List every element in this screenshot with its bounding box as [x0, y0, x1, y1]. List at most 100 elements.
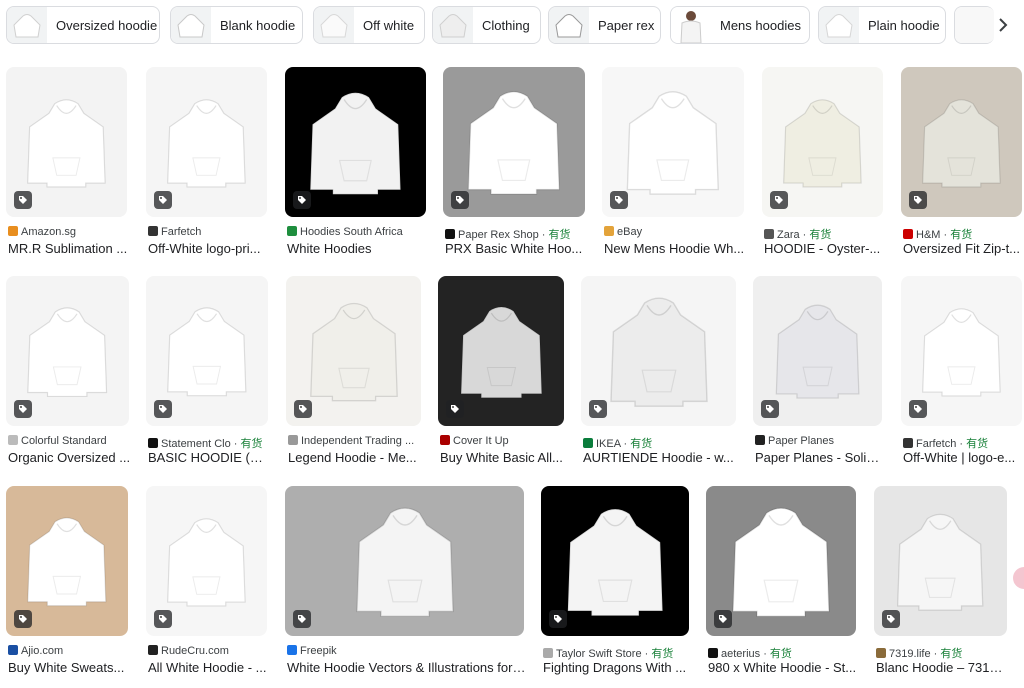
result-source[interactable]: Statement Clo · 有货: [148, 435, 270, 451]
image-result-card[interactable]: Amazon.sg MR.R Sublimation ...: [6, 67, 127, 269]
result-title[interactable]: Off-White logo-pri...: [148, 241, 269, 256]
chip-oversized-hoodie[interactable]: Oversized hoodie: [6, 6, 160, 44]
result-source[interactable]: Ajio.com: [8, 645, 130, 657]
result-title[interactable]: Organic Oversized ...: [8, 450, 131, 465]
product-tag-icon: [446, 400, 464, 418]
chip-partial[interactable]: [954, 6, 994, 44]
image-result-card[interactable]: Zara · 有货 HOODIE - Oyster-...: [762, 67, 883, 269]
result-title[interactable]: Off-White | logo-e...: [903, 450, 1024, 465]
image-result-card[interactable]: Paper Planes Paper Planes - Solid...: [753, 276, 884, 478]
result-title[interactable]: Fighting Dragons With ...: [543, 660, 691, 675]
image-result-card[interactable]: aeterius · 有货 980 x White Hoodie - St...: [706, 486, 856, 688]
chip-off-white[interactable]: Off white: [313, 6, 425, 44]
result-title[interactable]: HOODIE - Oyster-...: [764, 241, 885, 256]
result-thumbnail[interactable]: [285, 486, 524, 636]
result-source[interactable]: aeterius · 有货: [708, 645, 858, 661]
result-thumbnail[interactable]: [706, 486, 856, 636]
result-source[interactable]: Zara · 有货: [764, 226, 885, 242]
image-result-card[interactable]: Paper Rex Shop · 有货 PRX Basic White Hoo.…: [443, 67, 585, 269]
image-result-card[interactable]: Taylor Swift Store · 有货 Fighting Dragons…: [541, 486, 689, 688]
result-source[interactable]: Hoodies South Africa: [287, 226, 428, 238]
chip-mens-hoodies[interactable]: Mens hoodies: [670, 6, 810, 44]
result-thumbnail[interactable]: [753, 276, 882, 426]
source-name: eBay: [617, 226, 643, 238]
result-thumbnail[interactable]: [146, 67, 267, 217]
result-thumbnail[interactable]: [146, 486, 267, 636]
result-source[interactable]: Taylor Swift Store · 有货: [543, 645, 691, 661]
result-thumbnail[interactable]: [285, 67, 426, 217]
feedback-bubble[interactable]: [1013, 567, 1024, 589]
source-name: Farfetch: [916, 438, 957, 450]
image-result-card[interactable]: Colorful Standard Organic Oversized ...: [6, 276, 131, 478]
result-thumbnail[interactable]: [6, 276, 129, 426]
chip-paper-rex[interactable]: Paper rex: [548, 6, 661, 44]
result-thumbnail[interactable]: [443, 67, 585, 217]
result-title[interactable]: Buy White Sweats...: [8, 660, 130, 675]
chip-blank-hoodie[interactable]: Blank hoodie: [170, 6, 303, 44]
result-source[interactable]: Farfetch · 有货: [903, 435, 1024, 451]
image-result-card[interactable]: IKEA · 有货 AURTIENDE Hoodie - w...: [581, 276, 736, 478]
product-tag-icon: [154, 400, 172, 418]
chip-clothing[interactable]: Clothing: [432, 6, 541, 44]
image-result-card[interactable]: Cover It Up Buy White Basic All...: [438, 276, 564, 478]
result-title[interactable]: Oversized Fit Zip-t...: [903, 241, 1024, 256]
result-thumbnail[interactable]: [901, 276, 1022, 426]
result-title[interactable]: MR.R Sublimation ...: [8, 241, 129, 256]
result-title[interactable]: PRX Basic White Hoo...: [445, 241, 587, 256]
image-result-card[interactable]: 7319.life · 有货 Blanc Hoodie – 7319.life: [874, 486, 1009, 688]
result-source[interactable]: eBay: [604, 226, 746, 238]
result-title[interactable]: White Hoodies: [287, 241, 428, 256]
result-source[interactable]: H&M · 有货: [903, 226, 1024, 242]
image-result-card[interactable]: Farfetch · 有货 Off-White | logo-e...: [901, 276, 1022, 478]
result-source[interactable]: Paper Rex Shop · 有货: [445, 226, 587, 242]
result-thumbnail[interactable]: [286, 276, 421, 426]
product-tag-icon: [589, 400, 607, 418]
image-result-card[interactable]: Hoodies South Africa White Hoodies: [285, 67, 426, 269]
result-source[interactable]: RudeCru.com: [148, 645, 269, 657]
result-thumbnail[interactable]: [762, 67, 883, 217]
result-thumbnail[interactable]: [581, 276, 736, 426]
product-tag-icon: [294, 400, 312, 418]
result-source[interactable]: Independent Trading ...: [288, 435, 423, 447]
result-title[interactable]: AURTIENDE Hoodie - w...: [583, 450, 738, 465]
hoodie-image: [922, 307, 1001, 397]
result-source[interactable]: IKEA · 有货: [583, 435, 738, 451]
result-thumbnail[interactable]: [874, 486, 1007, 636]
image-result-card[interactable]: H&M · 有货 Oversized Fit Zip-t...: [901, 67, 1022, 269]
result-thumbnail[interactable]: [146, 276, 268, 426]
result-thumbnail[interactable]: [6, 486, 128, 636]
result-title[interactable]: BASIC HOODIE (W...: [148, 450, 270, 465]
result-source[interactable]: 7319.life · 有货: [876, 645, 1009, 661]
image-result-card[interactable]: Farfetch Off-White logo-pri...: [146, 67, 267, 269]
result-title[interactable]: 980 x White Hoodie - St...: [708, 660, 858, 675]
result-source[interactable]: Colorful Standard: [8, 435, 131, 447]
result-thumbnail[interactable]: [438, 276, 564, 426]
result-title[interactable]: New Mens Hoodie Wh...: [604, 241, 746, 256]
chevron-right-icon[interactable]: [990, 12, 1016, 38]
result-source[interactable]: Freepik: [287, 645, 526, 657]
image-result-card[interactable]: Independent Trading ... Legend Hoodie - …: [286, 276, 421, 478]
result-title[interactable]: All White Hoodie - ...: [148, 660, 269, 675]
image-result-card[interactable]: Ajio.com Buy White Sweats...: [6, 486, 128, 688]
result-source[interactable]: Paper Planes: [755, 435, 884, 447]
result-source[interactable]: Cover It Up: [440, 435, 566, 447]
image-result-card[interactable]: RudeCru.com All White Hoodie - ...: [146, 486, 267, 688]
image-result-card[interactable]: Freepik White Hoodie Vectors & Illustrat…: [285, 486, 526, 688]
result-title[interactable]: Legend Hoodie - Me...: [288, 450, 423, 465]
result-title[interactable]: Paper Planes - Solid...: [755, 450, 884, 465]
result-title[interactable]: Blanc Hoodie – 7319.life: [876, 660, 1009, 675]
result-source[interactable]: Amazon.sg: [8, 226, 129, 238]
image-result-card[interactable]: Statement Clo · 有货 BASIC HOODIE (W...: [146, 276, 270, 478]
product-tag-icon: [14, 610, 32, 628]
result-thumbnail[interactable]: [901, 67, 1022, 217]
result-title[interactable]: White Hoodie Vectors & Illustrations for…: [287, 660, 526, 675]
result-thumbnail[interactable]: [541, 486, 689, 636]
result-thumbnail[interactable]: [6, 67, 127, 217]
result-thumbnail[interactable]: [602, 67, 744, 217]
product-tag-icon: [451, 191, 469, 209]
hoodie-thumbnail-icon: [549, 7, 589, 43]
result-title[interactable]: Buy White Basic All...: [440, 450, 566, 465]
chip-plain-hoodie[interactable]: Plain hoodie: [818, 6, 946, 44]
result-source[interactable]: Farfetch: [148, 226, 269, 238]
image-result-card[interactable]: eBay New Mens Hoodie Wh...: [602, 67, 744, 269]
